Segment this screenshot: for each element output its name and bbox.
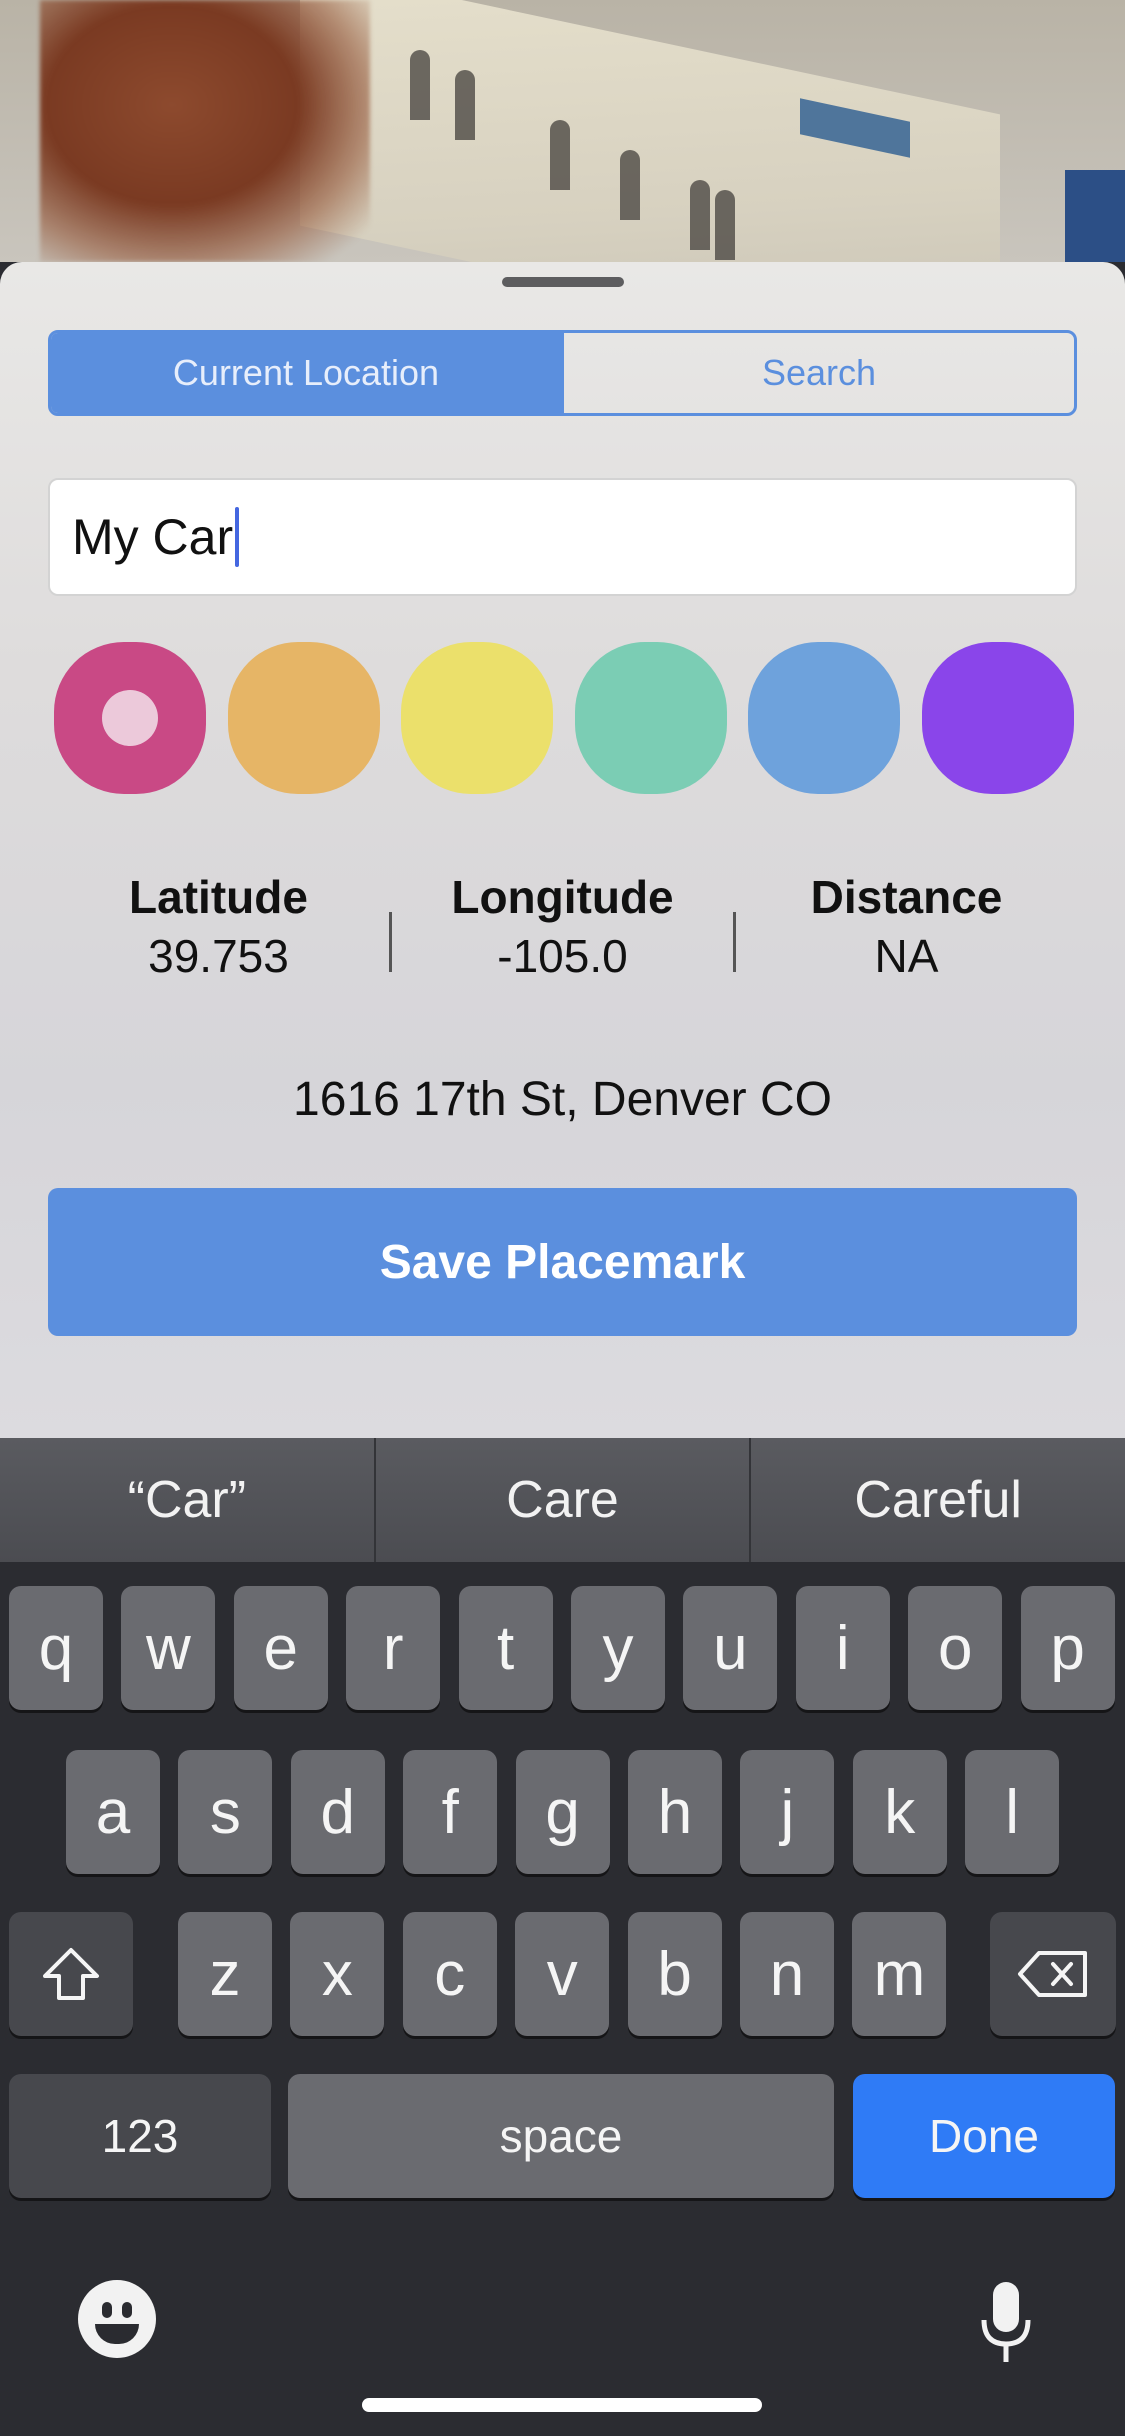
- placemark-name-value: My Car: [72, 509, 234, 565]
- key-f[interactable]: f: [403, 1750, 498, 1874]
- done-key[interactable]: Done: [853, 2074, 1115, 2198]
- key-l[interactable]: l: [965, 1750, 1060, 1874]
- building-window: [550, 120, 570, 190]
- microphone-icon[interactable]: [978, 2280, 1034, 2366]
- key-g[interactable]: g: [515, 1750, 610, 1874]
- background-photo: [0, 0, 1125, 262]
- key-o[interactable]: o: [908, 1586, 1003, 1710]
- key-area: q w e r t y u i o p a s d f g h j k l z x c v b n m 123 space Done: [0, 1562, 1125, 2436]
- key-y[interactable]: y: [571, 1586, 665, 1710]
- suggestion-item[interactable]: Careful: [749, 1438, 1125, 1562]
- latitude-value: 39.753: [148, 930, 289, 982]
- color-swatch[interactable]: [921, 642, 1074, 794]
- sheet-grabber[interactable]: [502, 277, 624, 287]
- key-i[interactable]: i: [795, 1586, 890, 1710]
- key-v[interactable]: v: [515, 1912, 610, 2036]
- color-picker: [54, 642, 1074, 794]
- key-k[interactable]: k: [852, 1750, 947, 1874]
- segment-current-location[interactable]: Current Location: [51, 333, 561, 413]
- building-window: [715, 190, 735, 260]
- shift-key[interactable]: [9, 1912, 133, 2036]
- key-n[interactable]: n: [740, 1912, 834, 2036]
- placemark-name-input[interactable]: My Car: [48, 478, 1077, 596]
- selected-indicator: [102, 690, 158, 746]
- key-c[interactable]: c: [402, 1912, 497, 2036]
- longitude-label: Longitude: [451, 871, 674, 923]
- home-indicator: [362, 2398, 762, 2412]
- blue-object: [1065, 170, 1125, 262]
- distance-value: NA: [874, 930, 939, 982]
- key-z[interactable]: z: [178, 1912, 272, 2036]
- emoji-mouth: [95, 2324, 139, 2344]
- color-swatch[interactable]: [401, 642, 554, 794]
- delete-key[interactable]: [990, 1912, 1116, 2036]
- shift-icon: [43, 1948, 99, 2000]
- emoji-eye: [102, 2302, 112, 2318]
- space-key[interactable]: space: [288, 2074, 834, 2198]
- color-swatch[interactable]: [54, 642, 206, 794]
- key-j[interactable]: j: [740, 1750, 835, 1874]
- key-b[interactable]: b: [627, 1912, 722, 2036]
- color-swatch[interactable]: [748, 642, 901, 794]
- text-caret: [235, 507, 240, 567]
- suggestion-bar: “Car” Care Careful: [0, 1438, 1125, 1562]
- emoji-icon[interactable]: [78, 2280, 156, 2358]
- color-swatch[interactable]: [574, 642, 727, 794]
- building-window: [410, 50, 430, 120]
- tree-image: [40, 0, 370, 262]
- emoji-eye: [122, 2302, 132, 2318]
- latitude-block: Latitude 39.753: [48, 868, 389, 986]
- key-a[interactable]: a: [66, 1750, 160, 1874]
- numbers-key[interactable]: 123: [9, 2074, 271, 2198]
- address-text: 1616 17th St, Denver CO: [293, 1073, 832, 1126]
- key-p[interactable]: p: [1020, 1586, 1115, 1710]
- key-u[interactable]: u: [683, 1586, 778, 1710]
- save-placemark-button[interactable]: Save Placemark: [48, 1188, 1077, 1336]
- key-t[interactable]: t: [458, 1586, 553, 1710]
- key-x[interactable]: x: [290, 1912, 385, 2036]
- longitude-block: Longitude -105.0: [392, 868, 733, 986]
- keyboard: “Car” Care Careful qwertyuiop asdfghjkl zx…: [0, 1438, 1125, 2436]
- color-swatch[interactable]: [227, 642, 380, 794]
- building-window: [620, 150, 640, 220]
- key-h[interactable]: h: [628, 1750, 722, 1874]
- suggestion-item[interactable]: Care: [373, 1438, 750, 1562]
- longitude-value: -105.0: [497, 930, 628, 982]
- key-w[interactable]: w: [121, 1586, 216, 1710]
- building-window: [690, 180, 710, 250]
- key-q[interactable]: q: [9, 1586, 103, 1710]
- key-e[interactable]: e: [233, 1586, 328, 1710]
- latitude-label: Latitude: [129, 871, 308, 923]
- coordinates-panel: Latitude 39.753 Longitude -105.0 Distanc…: [48, 871, 1077, 982]
- building-window: [455, 70, 475, 140]
- suggestion-item[interactable]: “Car”: [0, 1438, 374, 1562]
- key-r[interactable]: r: [346, 1586, 441, 1710]
- distance-label: Distance: [810, 871, 1003, 923]
- location-mode-segmented-control: Current Location Search: [48, 330, 1077, 416]
- distance-block: Distance NA: [736, 868, 1077, 986]
- segment-search[interactable]: Search: [561, 333, 1074, 413]
- key-m[interactable]: m: [852, 1912, 947, 2036]
- key-s[interactable]: s: [178, 1750, 273, 1874]
- delete-icon: [1018, 1951, 1087, 1997]
- key-d[interactable]: d: [290, 1750, 385, 1874]
- placemark-sheet: Current Location Search My Car Latitude …: [0, 262, 1125, 1438]
